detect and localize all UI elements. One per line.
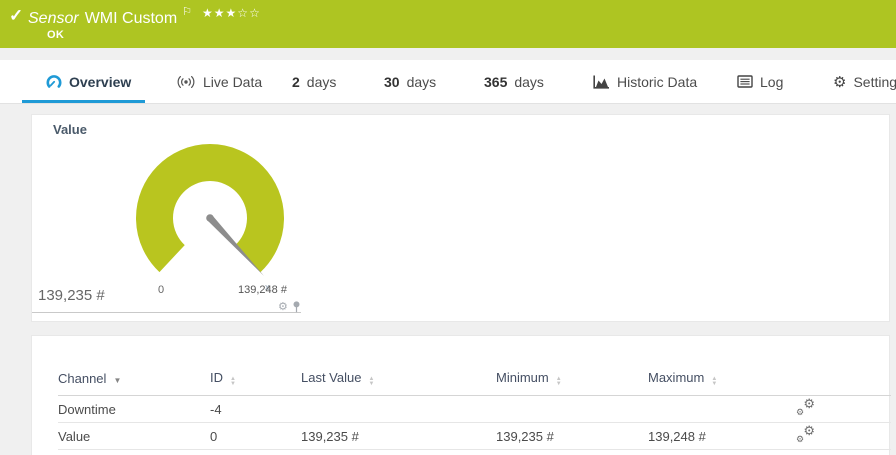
tab-number: 365 <box>484 74 507 90</box>
gauge-current-value: 139,235 # <box>38 287 105 304</box>
tab-label: days <box>514 74 544 90</box>
cell-last-value: 139,235 # <box>301 423 496 450</box>
gauge-settings-gear-icon[interactable]: ⚙ <box>278 302 288 313</box>
cell-minimum: 139,235 # <box>496 423 648 450</box>
channels-table: Channel▼ ID▲▼ Last Value▲▼ Minimum▲▼ Max… <box>58 370 891 450</box>
tab-2-days[interactable]: 2 days <box>292 60 354 103</box>
sort-desc-icon: ▼ <box>113 376 121 385</box>
sort-icon: ▲▼ <box>556 377 562 387</box>
sensor-name: WMI Custom <box>85 10 177 27</box>
gauge-channel-title: Value <box>53 122 87 137</box>
priority-stars[interactable]: ★★★☆☆ <box>202 6 261 20</box>
cell-id: -4 <box>210 396 301 423</box>
table-row: Value 0 139,235 # 139,235 # 139,248 # ⚙ … <box>58 423 891 450</box>
tab-overview[interactable]: Overview <box>22 60 145 103</box>
tab-365-days[interactable]: 365 days <box>484 60 564 103</box>
gauge-widget-tools: ⚙ <box>278 301 301 313</box>
tab-label: Historic Data <box>617 74 697 90</box>
column-header-maximum[interactable]: Maximum▲▼ <box>648 370 796 396</box>
tab-label: Log <box>760 74 783 90</box>
value-gauge[interactable]: x <box>126 134 296 298</box>
edit-channel-gears-icon[interactable]: ⚙ ⚙ <box>796 399 815 416</box>
historic-data-chart-icon <box>593 75 610 89</box>
tab-label: days <box>407 74 437 90</box>
column-header-id[interactable]: ID▲▼ <box>210 370 301 396</box>
gauge-icon <box>46 74 62 90</box>
cell-channel: Downtime <box>58 396 210 423</box>
tab-log[interactable]: Log <box>732 60 792 103</box>
column-header-actions <box>796 370 891 396</box>
cell-id: 0 <box>210 423 301 450</box>
table-header-row: Channel▼ ID▲▼ Last Value▲▼ Minimum▲▼ Max… <box>58 370 891 396</box>
sensor-type-label: Sensor <box>28 10 79 27</box>
tab-30-days[interactable]: 30 days <box>384 60 456 103</box>
gauge-max-label: 139,248 # <box>238 284 287 296</box>
edit-channel-gears-icon[interactable]: ⚙ ⚙ <box>796 426 815 443</box>
cell-minimum <box>496 396 648 423</box>
sort-icon: ▲▼ <box>368 377 374 387</box>
settings-gear-icon: ⚙ <box>833 73 846 91</box>
column-header-minimum[interactable]: Minimum▲▼ <box>496 370 648 396</box>
tab-number: 2 <box>292 74 300 90</box>
tab-bar: Overview Live Data 2 days 30 days 365 da… <box>0 60 896 104</box>
tab-number: 30 <box>384 74 400 90</box>
cell-maximum: 139,248 # <box>648 423 796 450</box>
live-data-icon <box>176 75 196 89</box>
tab-label: Live Data <box>203 74 262 90</box>
cell-channel: Value <box>58 423 210 450</box>
gauge-widget-divider <box>32 312 301 313</box>
tab-settings[interactable]: ⚙ Settings <box>828 60 896 103</box>
sensor-overview-page: ✓ Sensor WMI Custom ⚐ ★★★☆☆ OK Overview Liv… <box>0 0 896 455</box>
tab-label: days <box>307 74 337 90</box>
gauge-min-label: 0 <box>158 284 164 296</box>
table-row: Downtime -4 ⚙ ⚙ <box>58 396 891 423</box>
tab-label: Settings <box>853 74 896 90</box>
tab-historic-data[interactable]: Historic Data <box>588 60 703 103</box>
sensor-header: ✓ Sensor WMI Custom ⚐ ★★★☆☆ OK <box>0 0 896 48</box>
cell-last-value <box>301 396 496 423</box>
column-header-channel[interactable]: Channel▼ <box>58 370 210 396</box>
sensor-title: Sensor WMI Custom ⚐ ★★★☆☆ <box>28 5 261 28</box>
channels-panel: Channel▼ ID▲▼ Last Value▲▼ Minimum▲▼ Max… <box>31 335 890 455</box>
status-badge: OK <box>47 29 64 41</box>
cell-maximum <box>648 396 796 423</box>
status-ok-check-icon: ✓ <box>9 6 23 26</box>
sort-icon: ▲▼ <box>230 377 236 387</box>
tab-live-data[interactable]: Live Data <box>170 60 270 103</box>
sort-icon: ▲▼ <box>711 377 717 387</box>
log-list-icon <box>737 75 753 88</box>
priority-flag-icon[interactable]: ⚐ <box>182 6 192 18</box>
column-header-last-value[interactable]: Last Value▲▼ <box>301 370 496 396</box>
gauge-pin-icon[interactable] <box>292 301 301 313</box>
tab-label: Overview <box>69 74 131 90</box>
gauge-panel: Value x 0 139,248 # 139,235 # ⚙ <box>31 114 890 322</box>
